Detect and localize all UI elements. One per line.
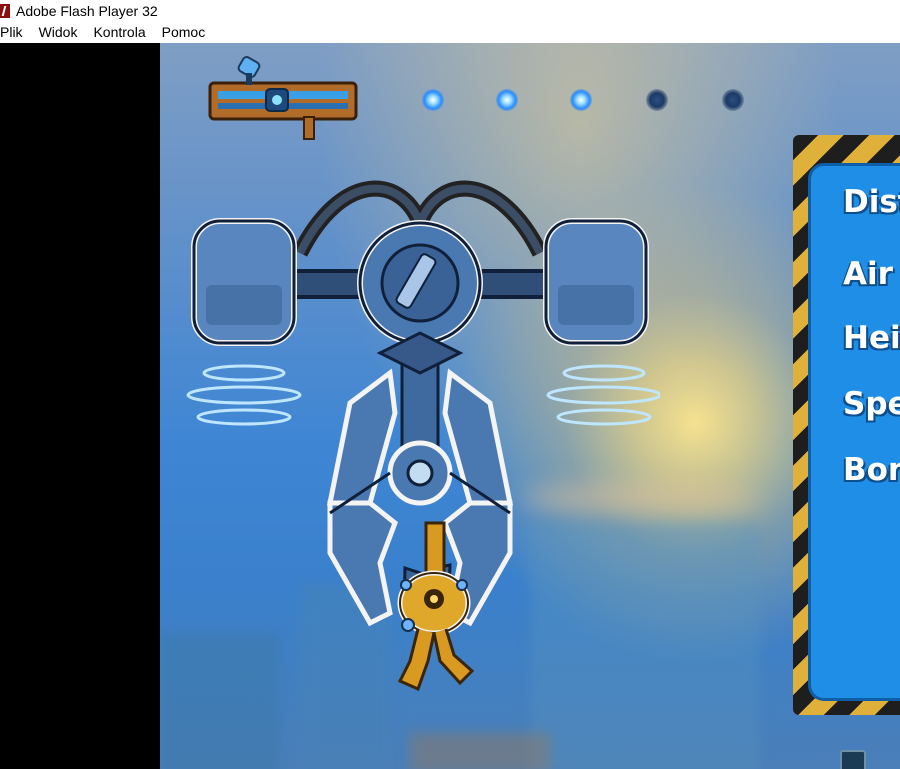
window-title: Adobe Flash Player 32 <box>16 2 158 19</box>
stat-label-distance: Dist <box>843 184 900 220</box>
stat-label-height: Heig <box>843 320 900 356</box>
stat-label-speed: Spec <box>843 386 900 422</box>
stat-label-air: Air <box>843 256 893 292</box>
menu-bar: Plik Widok Kontrola Pomoc <box>0 21 900 44</box>
letterbox-left <box>0 43 160 769</box>
pause-icon[interactable] <box>840 750 866 769</box>
stat-label-bonus: Bon <box>843 452 900 488</box>
robot-character <box>397 521 475 692</box>
blaster-gun-icon <box>208 56 358 140</box>
menu-plik[interactable]: Plik <box>0 24 31 40</box>
title-bar: Adobe Flash Player 32 <box>0 0 900 21</box>
ammo-indicator-lit <box>496 89 518 111</box>
ammo-indicator-empty <box>646 89 668 111</box>
menu-pomoc[interactable]: Pomoc <box>154 24 214 40</box>
background-building <box>410 733 550 769</box>
menu-kontrola[interactable]: Kontrola <box>85 24 153 40</box>
flash-player-icon <box>0 3 10 18</box>
game-canvas[interactable]: Dist Air Heig Spec Bon <box>160 43 900 769</box>
ammo-indicator-lit <box>570 89 592 111</box>
ammo-indicator-empty <box>722 89 744 111</box>
ammo-indicator-lit <box>422 89 444 111</box>
menu-widok[interactable]: Widok <box>31 24 86 40</box>
stats-panel: Dist Air Heig Spec Bon <box>808 163 900 701</box>
